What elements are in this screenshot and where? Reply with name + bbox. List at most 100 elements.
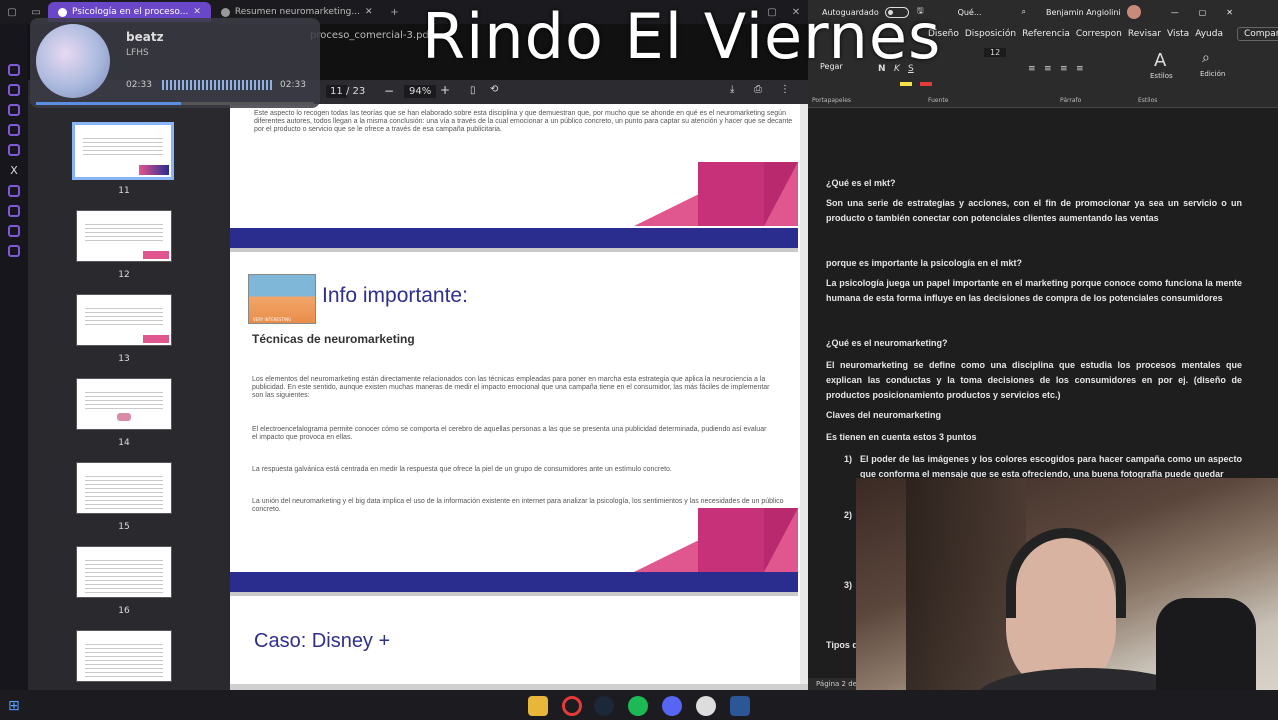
thumbnail-page-11[interactable] [72, 122, 174, 180]
start-icon[interactable]: ⊞ [8, 698, 20, 714]
edit-icon[interactable]: ⌕ [1202, 50, 1210, 66]
align-left-icon[interactable]: ≡ [1028, 64, 1036, 74]
restore-icon[interactable]: ▢ [1199, 8, 1207, 17]
thumbnail-graphic [143, 251, 169, 259]
share-button[interactable]: Compartir [1237, 27, 1278, 41]
minimize-icon[interactable]: — [1171, 8, 1179, 17]
user-name[interactable]: Benjamin Angiolini [1046, 8, 1121, 17]
spotify-icon[interactable] [628, 696, 648, 716]
opera-icon[interactable] [562, 696, 582, 716]
waveform [162, 80, 272, 90]
download-icon[interactable]: ⤓ [730, 84, 734, 95]
zoom-out-button[interactable]: − [384, 84, 394, 98]
menu-correspondencia[interactable]: Correspon [1076, 29, 1122, 39]
thumbnail-graphic [117, 413, 131, 421]
highlight-icon[interactable] [900, 82, 912, 86]
edit-button[interactable]: Edición [1200, 70, 1225, 78]
file-explorer-icon[interactable] [528, 696, 548, 716]
doc-heading-claves: Claves del neuromarketing [826, 410, 942, 420]
search-icon[interactable]: ⌕ [1021, 7, 1025, 17]
window-menu-icon[interactable]: ▢ [3, 3, 21, 21]
clipboard-group-label: Portapapeles [812, 97, 852, 104]
pdf-vertical-scrollbar[interactable] [800, 104, 808, 690]
thumbnail-text [85, 221, 163, 241]
doc-paragraph-puntos: Es tienen en cuenta estos 3 puntos [826, 432, 977, 442]
thumbnail-page-14[interactable] [76, 378, 172, 430]
discord-icon[interactable] [662, 696, 682, 716]
pdf-paragraph: Los elementos del neuromarketing están d… [252, 376, 770, 399]
thumbnail-label: 14 [118, 438, 130, 448]
zoom-in-button[interactable]: + [440, 83, 450, 97]
styles-icon[interactable]: A [1154, 50, 1166, 71]
paragraph-group-label: Párrafo [1060, 97, 1082, 104]
doc-answer-mkt: Son una serie de estrategias y acciones,… [826, 198, 1242, 223]
extensions-icon[interactable] [8, 225, 20, 237]
thumbnail-label: 16 [118, 606, 130, 616]
styles-button[interactable]: Estilos [1150, 72, 1173, 80]
progress-fill [36, 102, 181, 105]
futurama-fry-image: VERY INTERESTING [248, 274, 316, 324]
bookmarks-icon[interactable] [8, 84, 20, 96]
share-label: Compartir [1244, 29, 1278, 39]
home-icon[interactable] [8, 64, 20, 76]
thumbnail-page-13[interactable] [76, 294, 172, 346]
browser-sidebar: X [0, 24, 28, 690]
history-icon[interactable] [8, 185, 20, 197]
steam-icon[interactable] [594, 696, 614, 716]
tab-close-icon[interactable]: ✕ [365, 7, 373, 17]
whatsapp-icon[interactable] [8, 124, 20, 136]
menu-vista[interactable]: Vista [1167, 29, 1189, 39]
thumbnail-label: 12 [118, 270, 130, 280]
thumbnail-text [85, 557, 163, 593]
justify-icon[interactable]: ≡ [1076, 64, 1084, 74]
thumbnail-text [83, 135, 163, 155]
list-number: 1) [844, 454, 853, 464]
thumbnail-scrollbar[interactable] [218, 104, 230, 690]
close-icon[interactable]: ✕ [1226, 8, 1233, 17]
new-tab-button[interactable]: + [385, 3, 403, 21]
menu-referencias[interactable]: Referencia [1022, 29, 1070, 39]
messenger-icon[interactable] [8, 104, 20, 116]
settings-icon[interactable] [8, 245, 20, 257]
fit-page-icon[interactable]: ▯ [470, 85, 476, 96]
total-time: 02:33 [280, 80, 306, 90]
twitch-icon[interactable] [8, 144, 20, 156]
thumbnail-page-15[interactable] [76, 462, 172, 514]
align-center-icon[interactable]: ≡ [1044, 64, 1052, 74]
page-number-input[interactable]: 11 [326, 85, 347, 98]
doc-question-neuromarketing: ¿Qué es el neuromarketing? [826, 338, 948, 348]
thumbnail-graphic [143, 335, 169, 343]
thumbnail-page-16[interactable] [76, 546, 172, 598]
tab-label: Resumen neuromarketing... [234, 7, 360, 17]
clock-icon[interactable] [8, 205, 20, 217]
band-shadow [230, 248, 798, 252]
list-number: 2) [844, 510, 853, 520]
doc-title[interactable]: Qué... [958, 8, 982, 17]
font-color-icon[interactable] [920, 82, 932, 86]
menu-ayuda[interactable]: Ayuda [1195, 29, 1223, 39]
thumbnail-page-12[interactable] [76, 210, 172, 262]
rotate-icon[interactable]: ⟲ [490, 84, 498, 95]
thumbnail-page-17[interactable] [76, 630, 172, 682]
print-icon[interactable]: ⎙ [754, 84, 762, 95]
pdf-paragraph: El electroencefalograma permite conocer … [252, 426, 767, 441]
tab-close-icon[interactable]: ✕ [193, 7, 201, 17]
album-art [36, 24, 110, 98]
font-size-select[interactable]: 12 [984, 48, 1007, 57]
zoom-input[interactable]: 94% [404, 85, 437, 98]
pdf-thumbnail-sidebar: 11 12 13 14 15 16 [28, 104, 220, 690]
thumbnail-text [85, 641, 163, 677]
progress-track[interactable] [36, 102, 314, 105]
thumbnail-label: 13 [118, 354, 130, 364]
menu-disposicion[interactable]: Disposición [965, 29, 1016, 39]
align-right-icon[interactable]: ≡ [1060, 64, 1068, 74]
avatar[interactable] [1126, 5, 1141, 19]
word-icon[interactable] [730, 696, 750, 716]
thumbnail-text [85, 305, 163, 325]
obs-icon[interactable] [696, 696, 716, 716]
menu-revisar[interactable]: Revisar [1128, 29, 1161, 39]
twitter-x-icon[interactable]: X [10, 164, 18, 177]
stream-title-overlay: Rindo El Viernes [422, 0, 942, 73]
more-options-icon[interactable]: ⋮ [780, 84, 790, 95]
tab-favicon-icon [58, 7, 67, 17]
